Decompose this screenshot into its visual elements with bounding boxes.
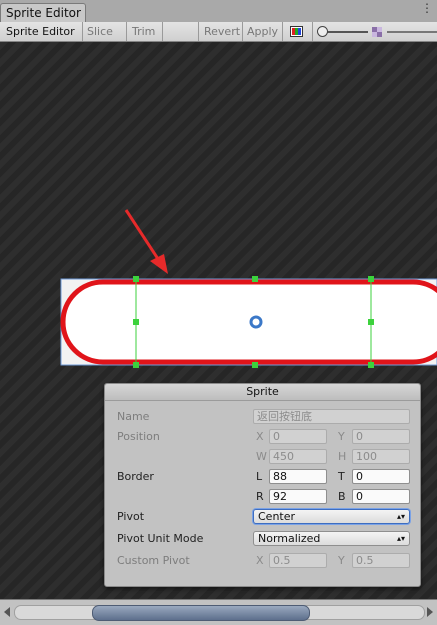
y-label: Y [338,430,345,443]
pivot-value: Center [258,510,296,523]
scroll-left-icon[interactable] [4,607,10,617]
chevron-updown-icon: ▴▾ [396,512,405,521]
x-label: X [256,430,264,443]
name-field[interactable]: 返回按钮底 [253,409,410,424]
r-label: R [256,490,264,503]
border-handle [133,362,139,368]
position-x-field[interactable]: 0 [269,429,327,444]
scroll-thumb[interactable] [92,605,310,621]
mode-dropdown[interactable]: Sprite Editor ▴▾ [6,22,84,56]
mip-level-icon [372,22,383,41]
pivot-unit-value: Normalized [258,532,321,545]
border-bottom-field[interactable]: 0 [352,489,410,504]
annotation-arrow-head [150,254,168,274]
apply-button[interactable]: Apply [247,22,279,41]
position-y-field[interactable]: 0 [352,429,410,444]
toolbar: Sprite Editor ▴▾ Slice ▴▾ Trim Revert Ap… [0,22,437,56]
border-handle [133,276,139,282]
t-label: T [338,470,345,483]
pivot-unit-label: Pivot Unit Mode [117,532,204,545]
h-label: H [338,450,347,463]
pivot-unit-dropdown[interactable]: Normalized ▴▾ [253,531,410,546]
border-top-field[interactable]: 0 [352,469,410,484]
l-label: L [256,470,263,483]
border-handle [133,319,139,325]
mode-dropdown-label: Sprite Editor [6,25,75,38]
mip-slider[interactable] [385,22,437,41]
width-field[interactable]: 450 [269,449,327,464]
pivot-dropdown[interactable]: Center ▴▾ [253,509,410,524]
height-field[interactable]: 100 [352,449,410,464]
custom-pivot-y-field[interactable]: 0.5 [352,553,410,568]
trim-button[interactable]: Trim [132,22,160,41]
pivot-label: Pivot [117,510,145,523]
rgb-channel-icon[interactable] [290,22,304,41]
border-handle [252,276,258,282]
zoom-slider[interactable] [317,22,369,41]
custom-x-label: X [256,554,264,567]
annotation-arrow-icon [124,209,162,263]
revert-button[interactable]: Revert [204,22,242,41]
custom-pivot-label: Custom Pivot [117,554,190,567]
w-label: W [256,450,267,463]
slice-dropdown[interactable]: Slice ▴▾ [87,22,123,56]
tab-sprite-editor[interactable]: Sprite Editor [0,3,86,22]
horizontal-scrollbar[interactable] [0,599,437,625]
b-label: B [338,490,346,503]
chevron-updown-icon: ▴▾ [396,534,405,543]
border-handle [368,319,374,325]
custom-y-label: Y [338,554,345,567]
border-right-field[interactable]: 92 [269,489,327,504]
window-menu-icon[interactable]: ⋮ [421,2,433,14]
position-label: Position [117,430,160,443]
panel-title: Sprite [105,384,420,401]
border-label: Border [117,470,154,483]
scroll-right-icon[interactable] [427,607,433,617]
border-left-field[interactable]: 88 [269,469,327,484]
sprite-inspector-panel: Sprite Name 返回按钮底 Position X 0 Y 0 W 450… [104,383,421,587]
border-handle [368,362,374,368]
border-handle [252,362,258,368]
name-label: Name [117,410,150,423]
custom-pivot-x-field[interactable]: 0.5 [269,553,327,568]
slice-label: Slice [87,25,113,38]
tab-bar: Sprite Editor ⋮ [0,0,437,23]
border-handle [368,276,374,282]
